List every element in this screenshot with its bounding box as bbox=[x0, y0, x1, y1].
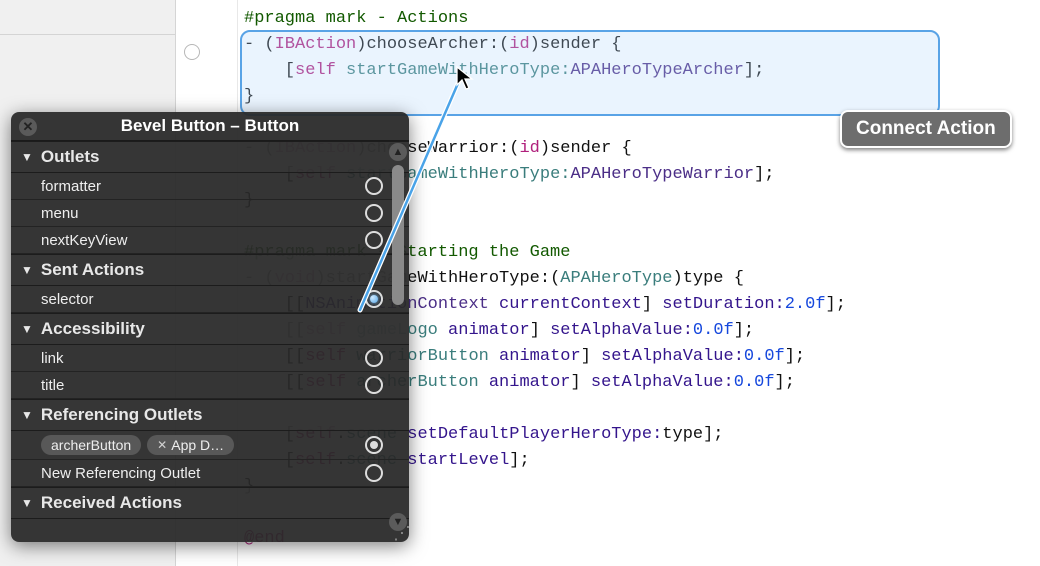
connection-well-icon[interactable] bbox=[365, 464, 383, 482]
method: setAlphaValue: bbox=[550, 321, 693, 340]
accessibility-row[interactable]: title bbox=[11, 372, 409, 399]
access-label: title bbox=[41, 377, 64, 394]
text: ]; bbox=[785, 347, 805, 366]
method: setAlphaValue: bbox=[601, 347, 744, 366]
method: animator bbox=[489, 347, 581, 366]
section-referencing-outlets[interactable]: ▼ Referencing Outlets bbox=[11, 399, 409, 431]
disclosure-triangle-icon[interactable]: ▼ bbox=[21, 496, 33, 510]
connections-hud[interactable]: ✕ Bevel Button – Button ▼ Outlets format… bbox=[11, 112, 409, 542]
method-call: startGameWithHeroType: bbox=[346, 61, 570, 80]
number-literal: 0.0f bbox=[744, 347, 785, 366]
method-name: chooseArcher: bbox=[366, 35, 499, 54]
pill-label: archerButton bbox=[51, 437, 131, 453]
disclosure-triangle-icon[interactable]: ▼ bbox=[21, 150, 33, 164]
section-label: Sent Actions bbox=[41, 260, 144, 280]
scroll-thumb[interactable] bbox=[392, 165, 404, 305]
section-label: Outlets bbox=[41, 147, 100, 167]
id-keyword: id bbox=[509, 35, 529, 54]
section-accessibility[interactable]: ▼ Accessibility bbox=[11, 313, 409, 345]
section-label: Accessibility bbox=[41, 319, 145, 339]
section-received-actions[interactable]: ▼ Received Actions bbox=[11, 487, 409, 519]
connection-well-icon[interactable] bbox=[365, 436, 383, 454]
connection-well-icon[interactable] bbox=[365, 290, 383, 308]
disclosure-triangle-icon[interactable]: ▼ bbox=[21, 322, 33, 336]
text: ] bbox=[530, 321, 550, 340]
method: setAlphaValue: bbox=[591, 373, 734, 392]
param: sender { bbox=[540, 35, 622, 54]
referencing-outlet-row[interactable]: New Referencing Outlet bbox=[11, 460, 409, 487]
param: sender { bbox=[550, 139, 632, 158]
method: setDefaultPlayerHeroType: bbox=[397, 425, 662, 444]
outlet-row[interactable]: menu bbox=[11, 200, 409, 227]
section-label: Referencing Outlets bbox=[41, 405, 203, 425]
arg: type bbox=[662, 425, 703, 444]
connection-well-icon[interactable] bbox=[184, 44, 200, 60]
connection-well-icon[interactable] bbox=[365, 349, 383, 367]
param: type { bbox=[683, 269, 744, 288]
hud-scrollbar[interactable]: ▲ ▼ bbox=[389, 143, 407, 531]
access-label: link bbox=[41, 350, 64, 367]
method: startLevel bbox=[397, 451, 509, 470]
pragma-comment: #pragma mark - Actions bbox=[244, 9, 468, 28]
sidebar-divider bbox=[0, 34, 175, 35]
method: setDuration: bbox=[662, 295, 784, 314]
text: ]; bbox=[826, 295, 846, 314]
id-keyword: id bbox=[519, 139, 539, 158]
number-literal: 0.0f bbox=[693, 321, 734, 340]
section-label: Received Actions bbox=[41, 493, 182, 513]
action-label: selector bbox=[41, 291, 94, 308]
outlet-label: New Referencing Outlet bbox=[41, 465, 200, 482]
text: ]; bbox=[703, 425, 723, 444]
connection-well-icon[interactable] bbox=[365, 376, 383, 394]
outlet-row[interactable]: nextKeyView bbox=[11, 227, 409, 254]
outlet-row[interactable]: formatter bbox=[11, 173, 409, 200]
remove-icon[interactable]: ✕ bbox=[157, 438, 167, 452]
method: animator bbox=[479, 373, 571, 392]
text: ]; bbox=[734, 321, 754, 340]
pill-label: App D… bbox=[171, 437, 224, 453]
hud-title-bar: ✕ Bevel Button – Button bbox=[11, 112, 409, 141]
method: animator bbox=[438, 321, 530, 340]
accessibility-row[interactable]: link bbox=[11, 345, 409, 372]
ibaction-keyword: IBAction bbox=[275, 35, 357, 54]
self-keyword: self bbox=[295, 61, 336, 80]
outlet-label: formatter bbox=[41, 178, 101, 195]
text: ]; bbox=[509, 451, 529, 470]
brace: } bbox=[244, 87, 254, 106]
connection-pill[interactable]: ✕ App D… bbox=[147, 435, 234, 455]
hud-body: ▼ Outlets formatter menu nextKeyView ▼ S… bbox=[11, 141, 409, 541]
connection-well-icon[interactable] bbox=[365, 231, 383, 249]
resize-grip-icon[interactable]: ⋰ bbox=[393, 527, 407, 539]
section-sent-actions[interactable]: ▼ Sent Actions bbox=[11, 254, 409, 286]
disclosure-triangle-icon[interactable]: ▼ bbox=[21, 408, 33, 422]
close-icon[interactable]: ✕ bbox=[19, 118, 37, 136]
enum-value: APAHeroTypeArcher bbox=[570, 61, 743, 80]
connect-action-tooltip: Connect Action bbox=[840, 110, 1012, 148]
enum-value: APAHeroTypeWarrior bbox=[570, 165, 754, 184]
text: ] bbox=[642, 295, 662, 314]
referencing-outlet-row[interactable]: archerButton ✕ App D… bbox=[11, 431, 409, 460]
text: ] bbox=[570, 373, 590, 392]
text: ] bbox=[581, 347, 601, 366]
outlet-label: nextKeyView bbox=[41, 232, 127, 249]
scroll-up-icon[interactable]: ▲ bbox=[389, 143, 407, 161]
number-literal: 2.0f bbox=[785, 295, 826, 314]
number-literal: 0.0f bbox=[734, 373, 775, 392]
hud-title: Bevel Button – Button bbox=[121, 116, 300, 135]
outlet-label: menu bbox=[41, 205, 79, 222]
connection-well-icon[interactable] bbox=[365, 177, 383, 195]
method: currentContext bbox=[489, 295, 642, 314]
disclosure-triangle-icon[interactable]: ▼ bbox=[21, 263, 33, 277]
section-outlets[interactable]: ▼ Outlets bbox=[11, 141, 409, 173]
type-name: APAHeroType bbox=[560, 269, 672, 288]
sent-action-row[interactable]: selector bbox=[11, 286, 409, 313]
connection-pill[interactable]: archerButton bbox=[41, 435, 141, 455]
connection-well-icon[interactable] bbox=[365, 204, 383, 222]
text: ]; bbox=[775, 373, 795, 392]
